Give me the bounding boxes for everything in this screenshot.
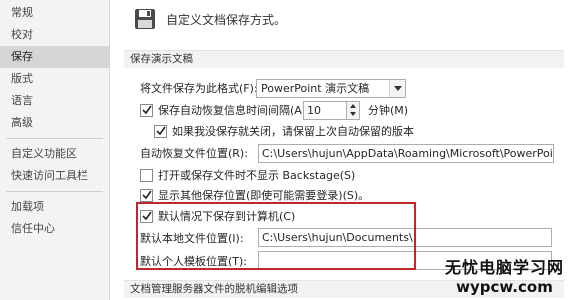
no-backstage-row: 打开或保存文件时不显示 Backstage(S) xyxy=(140,165,355,185)
spin-up-icon[interactable] xyxy=(347,102,359,110)
autorecover-minutes-input[interactable]: 10 xyxy=(303,101,347,120)
save-to-computer-label: 默认情况下保存到计算机(C) xyxy=(158,210,296,223)
floppy-disk-icon xyxy=(134,8,156,30)
sidebar-item-save[interactable]: 保存 xyxy=(0,46,109,68)
spin-down-icon[interactable] xyxy=(347,110,359,118)
autorecover-row: 保存自动恢复信息时间间隔(A) xyxy=(140,100,306,120)
autorecover-checkbox[interactable] xyxy=(140,103,153,117)
no-backstage-label: 打开或保存文件时不显示 Backstage(S) xyxy=(158,169,356,182)
show-additional-places-row: 显示其他保存位置(即使可能需要登录)(S)。 xyxy=(140,185,369,205)
chevron-down-icon[interactable] xyxy=(389,80,405,97)
keep-last-version-checkbox[interactable] xyxy=(154,124,167,138)
sidebar-item-language[interactable]: 语言 xyxy=(0,90,109,112)
keep-last-version-label: 如果我没保存就关闭，请保留上次自动保留的版本 xyxy=(172,125,414,138)
sidebar-divider xyxy=(6,138,103,139)
default-template-location-label: 默认个人模板位置(T): xyxy=(140,255,248,268)
autorecover-location-input[interactable]: C:\Users\hujun\AppData\Roaming\Microsoft… xyxy=(258,144,554,163)
autorecover-location-label: 自动恢复文件位置(R): xyxy=(140,147,248,160)
sidebar-item-trust-center[interactable]: 信任中心 xyxy=(0,218,109,240)
keep-last-version-row: 如果我没保存就关闭，请保留上次自动保留的版本 xyxy=(154,121,414,141)
save-format-select[interactable]: PowerPoint 演示文稿 xyxy=(256,79,406,98)
save-format-label: 将文件保存为此格式(F): xyxy=(140,82,258,95)
watermark-line-2: wypcw.com xyxy=(456,278,553,296)
sidebar-item-advanced[interactable]: 高级 xyxy=(0,112,109,134)
show-additional-places-label: 显示其他保存位置(即使可能需要登录)(S)。 xyxy=(158,189,370,202)
sidebar-item-customize-ribbon[interactable]: 自定义功能区 xyxy=(0,143,109,165)
save-to-computer-row: 默认情况下保存到计算机(C) xyxy=(140,206,295,226)
page-header: 自定义文档保存方式。 xyxy=(134,8,286,30)
show-additional-places-checkbox[interactable] xyxy=(140,188,153,202)
sidebar-divider xyxy=(6,191,103,192)
sidebar-item-general[interactable]: 常规 xyxy=(0,2,109,24)
minutes-spinner[interactable] xyxy=(346,101,360,120)
sidebar-item-layout[interactable]: 版式 xyxy=(0,68,109,90)
sidebar-item-quick-access-toolbar[interactable]: 快速访问工具栏 xyxy=(0,165,109,187)
section-save-presentations: 保存演示文稿 xyxy=(124,50,564,68)
autorecover-label: 保存自动恢复信息时间间隔(A) xyxy=(158,104,307,117)
default-local-location-label: 默认本地文件位置(I): xyxy=(140,232,244,245)
site-watermark: 无忧电脑学习网 wypcw.com xyxy=(445,254,564,296)
save-to-computer-checkbox[interactable] xyxy=(140,209,153,223)
save-format-value: PowerPoint 演示文稿 xyxy=(261,82,370,95)
sidebar-item-proofing[interactable]: 校对 xyxy=(0,24,109,46)
options-sidebar: 常规 校对 保存 版式 语言 高级 自定义功能区 快速访问工具栏 加载项 信任中… xyxy=(0,0,110,300)
watermark-line-1: 无忧电脑学习网 xyxy=(444,258,564,277)
page-description: 自定义文档保存方式。 xyxy=(166,12,287,27)
sidebar-item-add-ins[interactable]: 加载项 xyxy=(0,196,109,218)
default-local-location-input[interactable]: C:\Users\hujun\Documents\ xyxy=(258,228,552,247)
autorecover-unit-label: 分钟(M) xyxy=(368,104,409,117)
no-backstage-checkbox[interactable] xyxy=(140,168,153,182)
